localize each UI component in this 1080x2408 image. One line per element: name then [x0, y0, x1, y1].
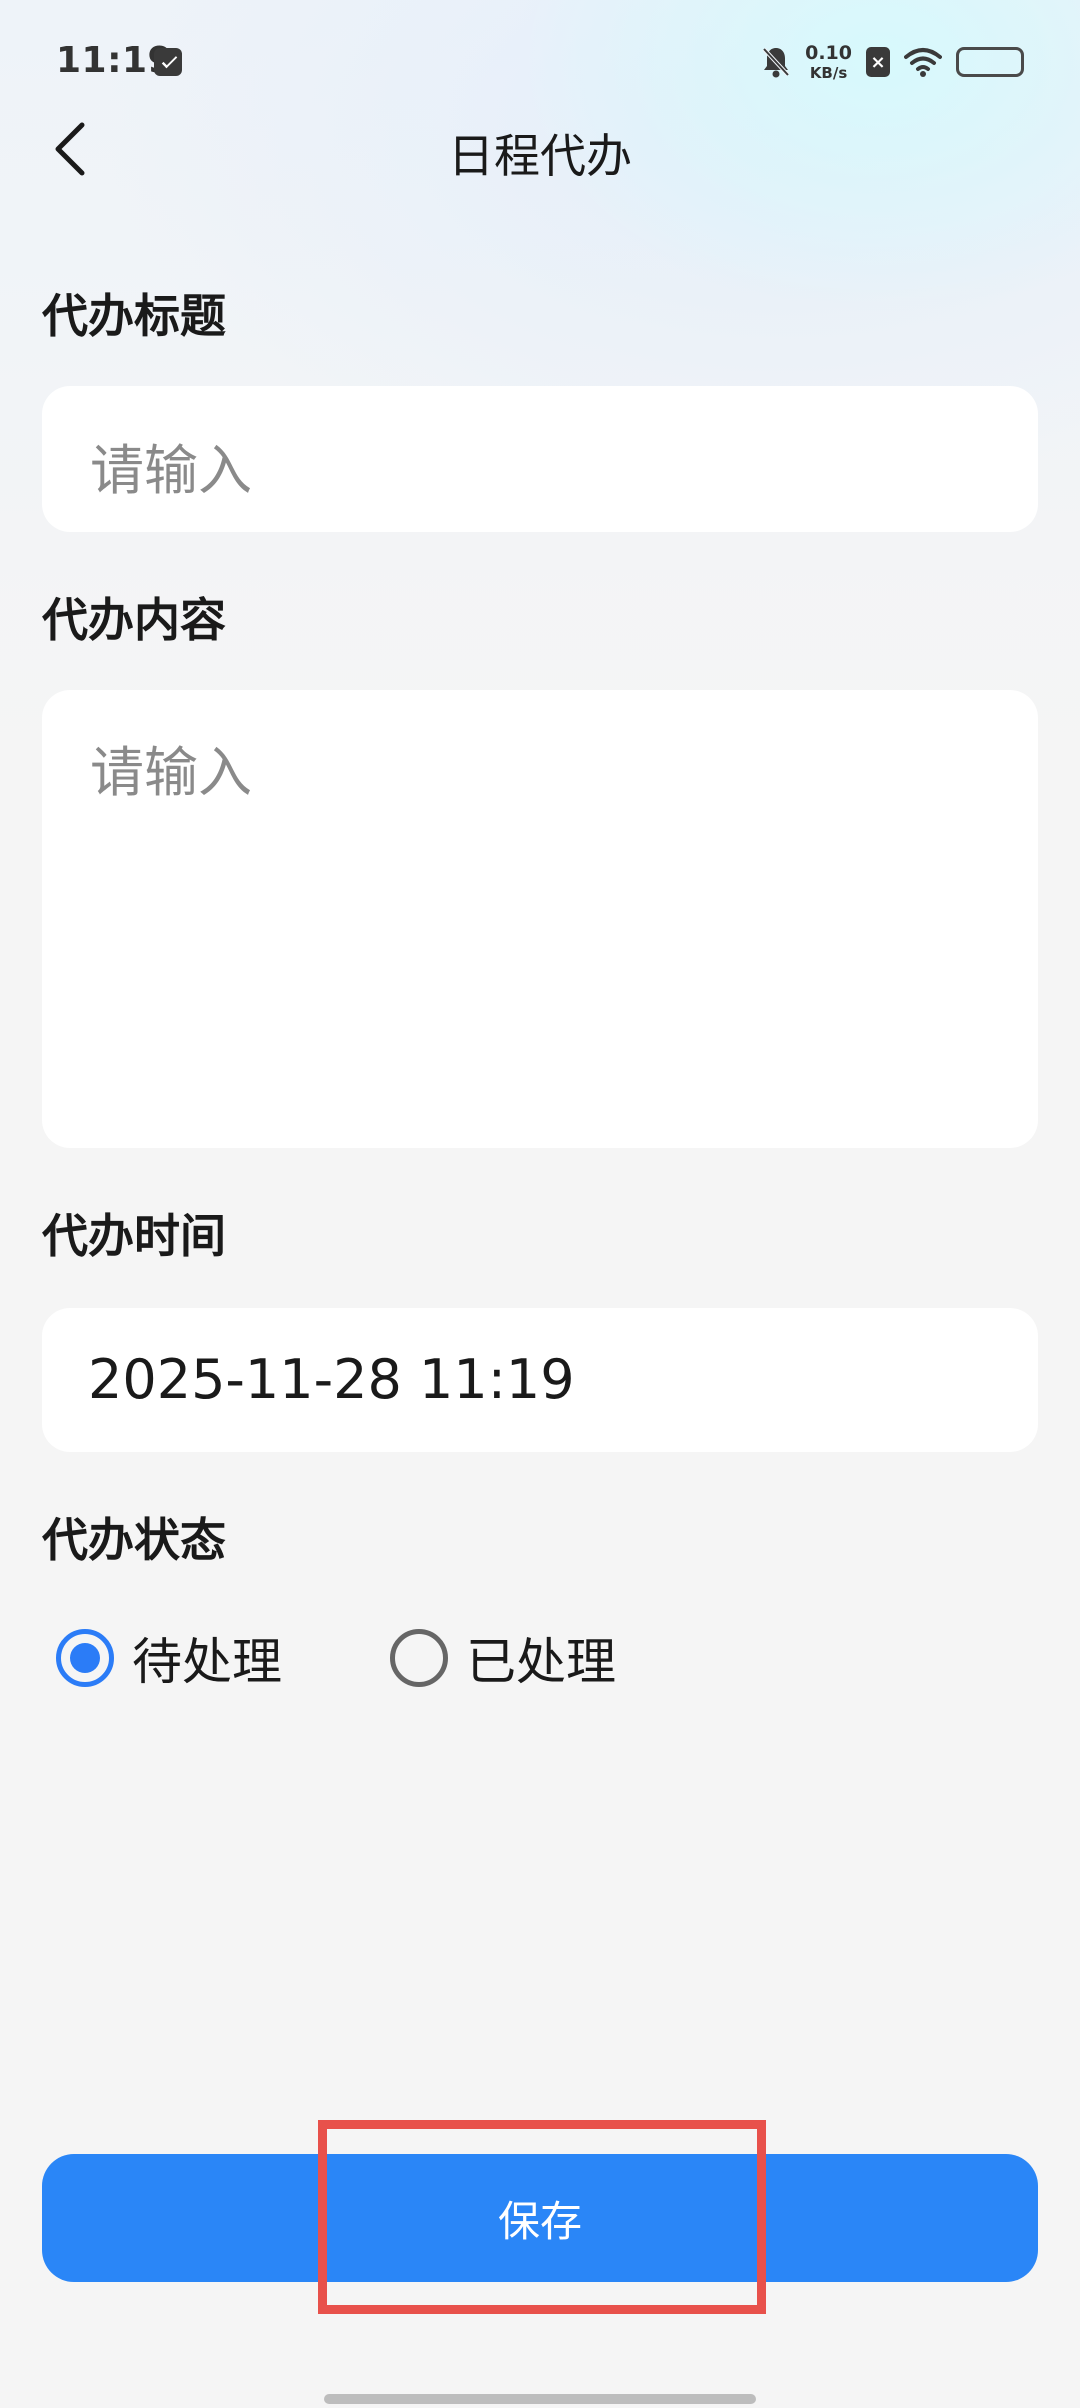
title-field-label: 代办标题: [42, 289, 226, 343]
time-picker-field[interactable]: 2025-11-28 11:19: [42, 1308, 1038, 1452]
content-field-label: 代办内容: [42, 593, 226, 647]
network-speed: 0.10 KB/s: [805, 41, 852, 82]
save-button[interactable]: 保存: [42, 2154, 1038, 2282]
radio-pending-label[interactable]: 待处理: [132, 1622, 282, 1694]
time-field-label: 代办时间: [42, 1209, 226, 1263]
no-sim-icon: ×: [866, 47, 890, 77]
radio-done-label[interactable]: 已处理: [466, 1622, 616, 1694]
title-input-placeholder: 请输入: [90, 439, 252, 502]
title-input[interactable]: 请输入: [42, 386, 1038, 532]
wifi-icon: [904, 47, 942, 77]
page-title: 日程代办: [448, 129, 632, 183]
status-field-label: 代办状态: [42, 1513, 226, 1567]
notification-icon: [154, 48, 182, 76]
content-textarea-placeholder: 请输入: [90, 741, 252, 804]
bell-off-icon: [761, 45, 791, 79]
home-indicator[interactable]: [324, 2394, 756, 2404]
content-textarea[interactable]: 请输入: [42, 690, 1038, 1148]
radio-done[interactable]: 已处理: [390, 1622, 616, 1694]
status-icons: 0.10 KB/s ×: [761, 40, 1024, 84]
status-radio-group: 待处理 已处理: [56, 1620, 616, 1696]
radio-checked-icon[interactable]: [56, 1629, 114, 1687]
network-speed-unit: KB/s: [809, 63, 848, 82]
save-button-label: 保存: [497, 2196, 582, 2246]
battery-icon: [956, 47, 1024, 77]
radio-unchecked-icon[interactable]: [390, 1629, 448, 1687]
status-bar: 11:19 0.10 KB/s ×: [0, 0, 1080, 130]
radio-pending[interactable]: 待处理: [56, 1622, 282, 1694]
network-speed-value: 0.10: [805, 41, 852, 64]
time-field-value: 2025-11-28 11:19: [88, 1348, 575, 1411]
